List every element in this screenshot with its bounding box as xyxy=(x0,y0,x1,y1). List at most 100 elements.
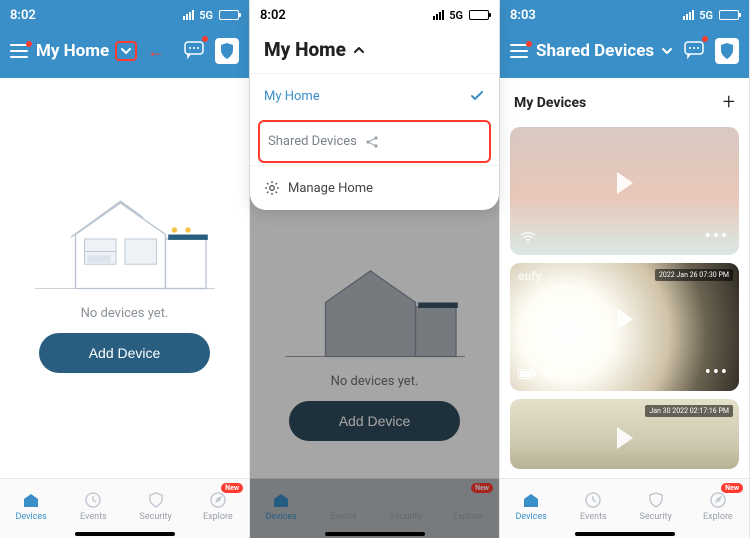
annotation-arrow-icon: ← xyxy=(147,41,165,62)
tab-label: Events xyxy=(580,512,607,522)
empty-state: No devices yet. Add Device xyxy=(0,78,249,478)
tab-devices[interactable]: Devices xyxy=(500,479,562,532)
camera-brand: eufy xyxy=(518,269,542,283)
tab-label: Security xyxy=(140,512,172,522)
tab-events[interactable]: Events xyxy=(62,479,124,532)
signal-icon xyxy=(433,10,444,20)
timestamp-label: 2022 Jan 26 07:30 PM xyxy=(655,269,733,281)
signal-icon xyxy=(683,10,694,20)
home-title[interactable]: My Home xyxy=(36,41,109,61)
status-time: 8:02 xyxy=(10,8,36,23)
security-icon xyxy=(146,490,166,510)
panel-title[interactable]: My Home xyxy=(264,38,346,61)
tab-events[interactable]: Events xyxy=(562,479,624,532)
house-illustration-icon xyxy=(35,184,215,294)
home-dropdown-chevron-highlight xyxy=(115,41,137,61)
tab-security[interactable]: Security xyxy=(625,479,687,532)
chevron-up-icon[interactable] xyxy=(352,43,366,57)
menu-item-label: My Home xyxy=(264,89,320,104)
tab-label: Explore xyxy=(703,512,733,522)
status-right: 5G xyxy=(433,9,489,22)
more-icon[interactable]: ••• xyxy=(705,226,729,247)
notification-dot-icon xyxy=(702,36,708,42)
status-right: 5G xyxy=(183,9,239,22)
add-device-button[interactable]: Add Device xyxy=(39,333,211,373)
security-mode-button[interactable] xyxy=(715,38,739,64)
screen-home-empty: 8:02 5G My Home ← xyxy=(0,0,250,538)
wifi-icon xyxy=(520,228,536,247)
tab-bar: Devices Events Security Explore New xyxy=(500,478,749,538)
tab-label: Events xyxy=(80,512,107,522)
screen-shared-devices: 8:03 5G Shared Devices My xyxy=(500,0,750,538)
notification-dot-icon xyxy=(526,41,532,47)
home-indicator xyxy=(575,532,675,536)
play-icon[interactable] xyxy=(617,172,633,194)
screen-dropdown-open: No devices yet. Add Device Devices Event… xyxy=(250,0,500,538)
home-indicator xyxy=(75,532,175,536)
wifi-icon xyxy=(540,364,556,383)
play-icon[interactable] xyxy=(617,308,633,330)
signal-icon xyxy=(183,10,194,20)
tab-bar: Devices Events Security Explore New xyxy=(0,478,249,538)
home-dropdown-panel: 8:02 5G My Home My Home Shared Devices xyxy=(250,0,499,210)
menu-item-manage-home[interactable]: Manage Home xyxy=(250,165,499,210)
notification-dot-icon xyxy=(26,41,32,47)
more-icon[interactable]: ••• xyxy=(705,362,729,383)
menu-button[interactable] xyxy=(10,43,30,59)
tab-devices[interactable]: Devices xyxy=(0,479,62,532)
device-card[interactable]: eufy 2022 Jan 26 07:30 PM ••• xyxy=(510,263,739,391)
play-icon[interactable] xyxy=(617,427,633,449)
device-card[interactable]: Jan 30 2022 02:17:16 PM xyxy=(510,399,739,469)
check-icon xyxy=(469,88,485,104)
security-icon xyxy=(646,490,666,510)
device-card[interactable]: ••• xyxy=(510,127,739,255)
battery-icon xyxy=(219,10,239,20)
menu-item-label: Manage Home xyxy=(288,181,373,196)
events-icon xyxy=(583,490,603,510)
section-title: My Devices xyxy=(514,95,586,111)
tab-label: Security xyxy=(640,512,672,522)
battery-icon xyxy=(719,10,739,20)
messages-button[interactable] xyxy=(683,39,705,63)
status-bar: 8:02 5G xyxy=(0,0,249,30)
status-time: 8:02 xyxy=(260,8,286,23)
gear-icon xyxy=(264,180,280,196)
menu-item-my-home[interactable]: My Home xyxy=(250,73,499,118)
security-mode-button[interactable] xyxy=(215,38,239,64)
menu-button[interactable] xyxy=(510,43,530,59)
chevron-down-icon[interactable] xyxy=(660,44,674,58)
tab-label: Devices xyxy=(515,512,546,522)
tab-security[interactable]: Security xyxy=(125,479,187,532)
chevron-down-icon[interactable] xyxy=(119,44,133,58)
new-badge: New xyxy=(721,483,743,493)
status-time: 8:03 xyxy=(510,8,536,23)
tab-explore[interactable]: Explore New xyxy=(687,479,749,532)
network-label: 5G xyxy=(199,9,213,22)
notification-dot-icon xyxy=(202,36,208,42)
network-label: 5G xyxy=(449,9,463,22)
status-right: 5G xyxy=(683,9,739,22)
status-bar: 8:02 5G xyxy=(250,0,499,30)
section-header: My Devices + xyxy=(500,78,749,127)
devices-icon xyxy=(21,490,41,510)
empty-text: No devices yet. xyxy=(81,306,169,321)
shared-devices-title[interactable]: Shared Devices xyxy=(536,41,654,61)
shared-devices-highlight: Shared Devices xyxy=(258,120,491,163)
network-label: 5G xyxy=(699,9,713,22)
new-badge: New xyxy=(221,483,243,493)
battery-icon xyxy=(518,364,536,383)
menu-item-label: Shared Devices xyxy=(268,134,357,149)
app-header: Shared Devices xyxy=(500,30,749,78)
events-icon xyxy=(83,490,103,510)
tab-explore[interactable]: Explore New xyxy=(187,479,249,532)
menu-item-shared-devices[interactable]: Shared Devices xyxy=(260,122,489,161)
tab-label: Explore xyxy=(203,512,233,522)
share-icon xyxy=(365,135,379,149)
tab-label: Devices xyxy=(15,512,46,522)
status-bar: 8:03 5G xyxy=(500,0,749,30)
add-button[interactable]: + xyxy=(723,90,735,115)
timestamp-label: Jan 30 2022 02:17:16 PM xyxy=(645,405,733,417)
app-header: My Home ← xyxy=(0,30,249,78)
messages-button[interactable] xyxy=(183,39,205,63)
battery-icon xyxy=(469,10,489,20)
